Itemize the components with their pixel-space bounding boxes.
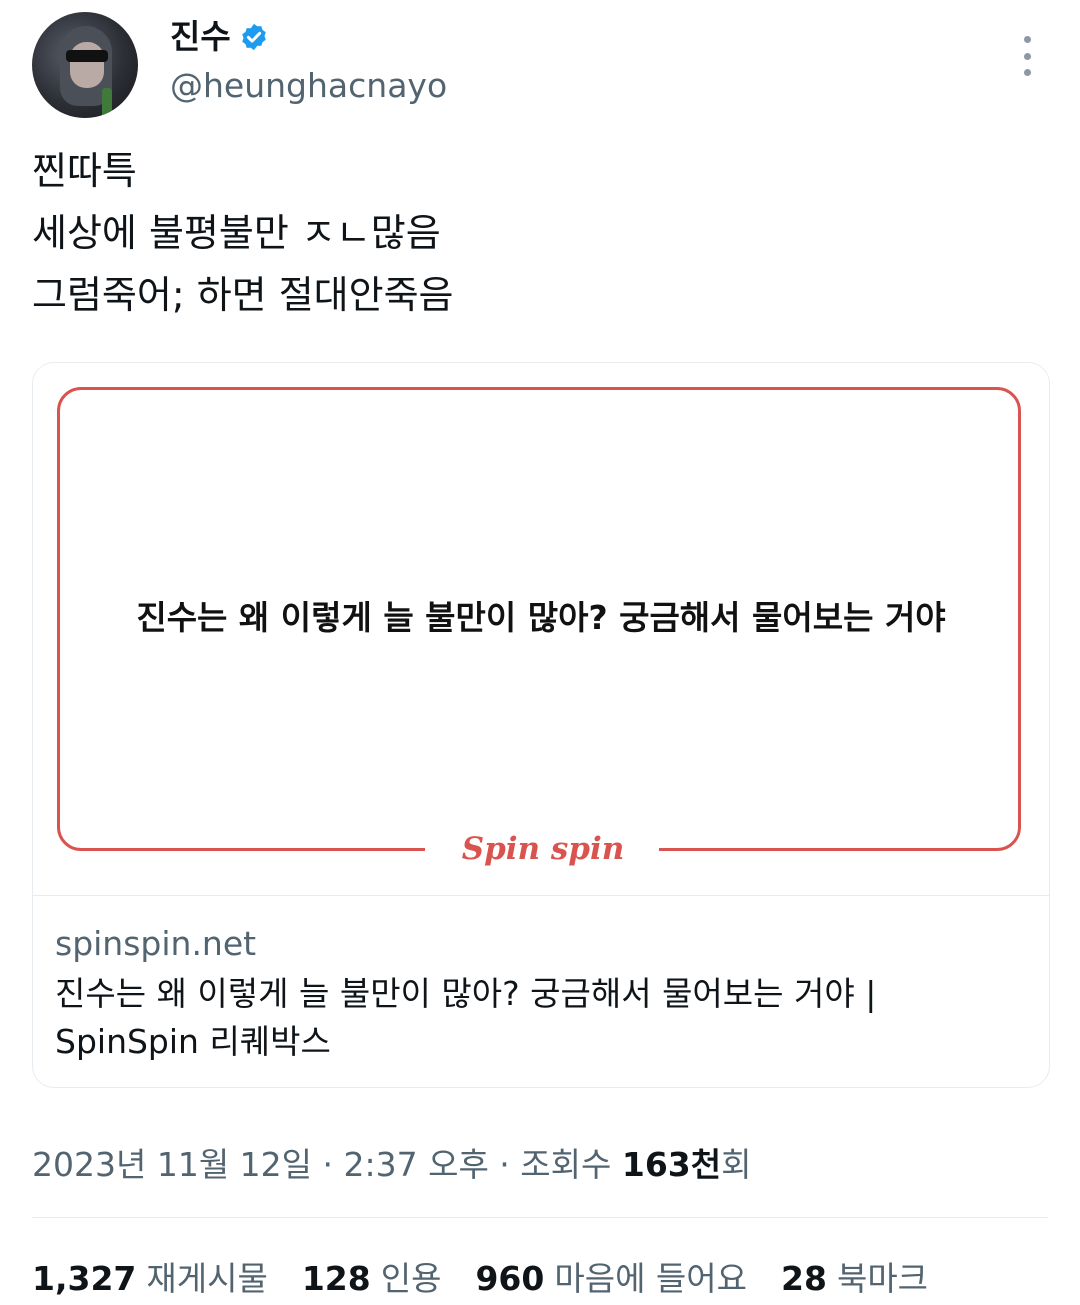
link-card[interactable]: 진수는 왜 이렇게 늘 불만이 많아? 궁금해서 물어보는 거야 Spin sp… [32,362,1050,1088]
stat-likes[interactable]: 960 마음에 들어요 [475,1252,747,1300]
author-handle[interactable]: @heunghacnayo [170,64,447,108]
tweet-line: 세상에 불평불만 ㅈㄴ많음 [32,211,441,255]
tweet-line: 그럼죽어; 하면 절대안죽음 [32,273,454,317]
view-count: 163천 [621,1145,722,1184]
stat-quotes[interactable]: 128 인용 [302,1252,442,1300]
stat-bookmarks[interactable]: 28 북마크 [781,1252,928,1300]
engagement-stats: 1,327 재게시물 128 인용 960 마음에 들어요 28 북마크 [32,1252,928,1300]
view-suffix: 회 [721,1145,752,1184]
verified-badge-icon [241,23,266,51]
tweet-datetime[interactable]: 2023년 11월 12일 · 2:37 오후 · 조회수 [32,1145,622,1184]
spinspin-logo: Spin spin [461,831,625,867]
author-name-row: 진수 [170,14,269,60]
card-image-question: 진수는 왜 이렇게 늘 불만이 많아? 궁금해서 물어보는 거야 [136,598,946,637]
card-image[interactable]: 진수는 왜 이렇게 늘 불만이 많아? 궁금해서 물어보는 거야 Spin sp… [33,363,1049,895]
card-title: 진수는 왜 이렇게 늘 불만이 많아? 궁금해서 물어보는 거야 | SpinS… [55,974,877,1061]
tweet-line: 찐따특 [32,149,137,193]
avatar[interactable] [32,12,138,118]
stat-reposts[interactable]: 1,327 재게시물 [32,1252,268,1300]
author-name[interactable]: 진수 [170,14,231,60]
card-info[interactable]: spinspin.net 진수는 왜 이렇게 늘 불만이 많아? 궁금해서 물어… [33,895,1049,1087]
divider [32,1217,1048,1218]
tweet-text: 찐따특 세상에 불평불만 ㅈㄴ많음 그럼죽어; 하면 절대안죽음 [32,140,1032,326]
tweet-meta: 2023년 11월 12일 · 2:37 오후 · 조회수 163천회 [32,1138,751,1186]
card-domain: spinspin.net [55,924,257,963]
more-icon[interactable] [1012,36,1042,76]
